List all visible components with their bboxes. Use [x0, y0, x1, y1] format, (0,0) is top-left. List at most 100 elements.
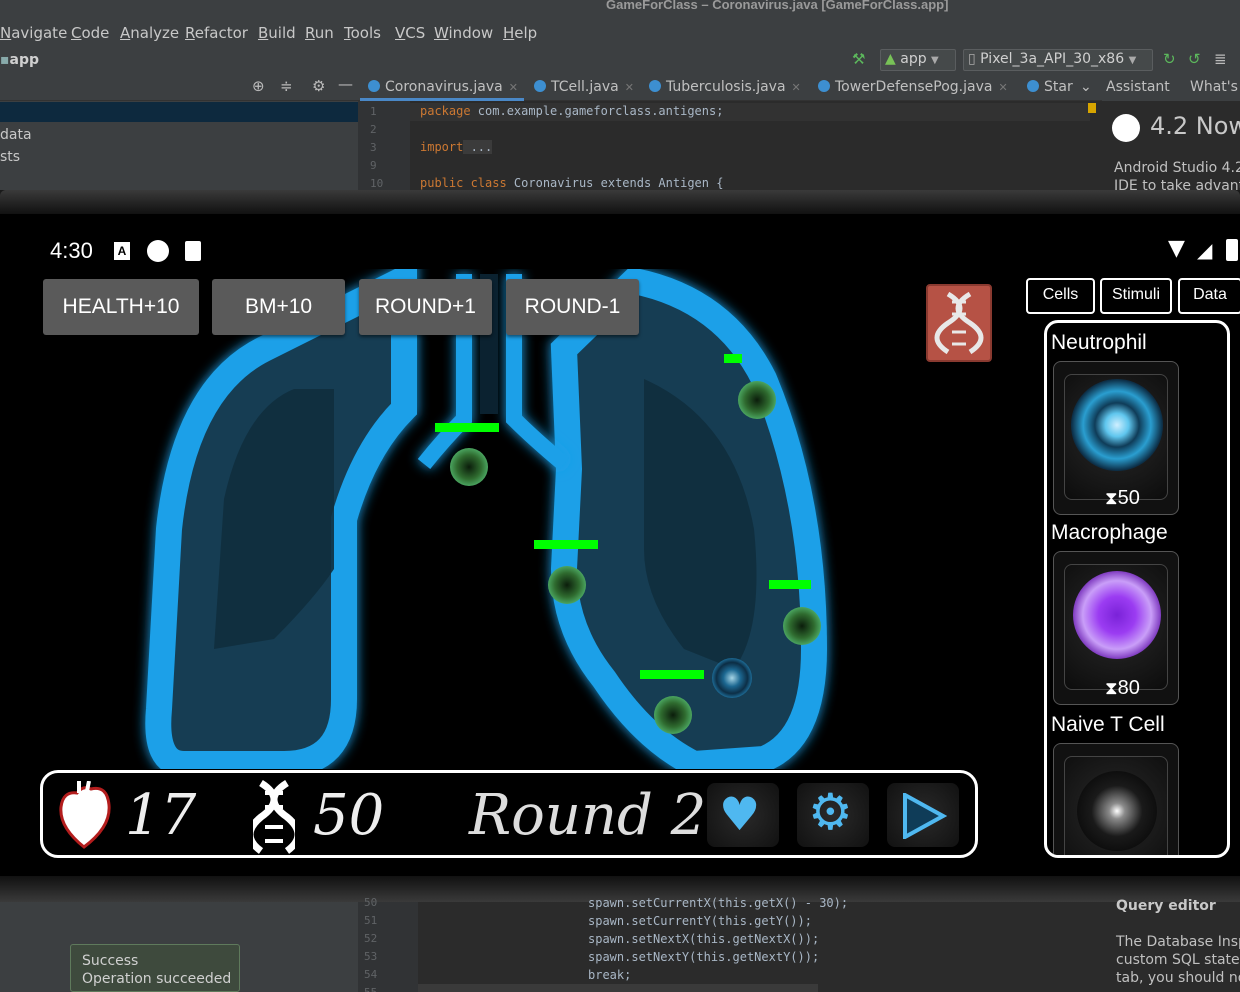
- tab-whats-new[interactable]: What's: [1190, 79, 1238, 95]
- class-icon: [1027, 80, 1039, 92]
- close-icon[interactable]: ✕: [509, 81, 518, 94]
- line-number: 9: [370, 159, 377, 172]
- code-line: break;: [588, 968, 632, 982]
- enemy-health-bar: [769, 580, 811, 589]
- neutrophil-tower[interactable]: [712, 658, 752, 698]
- coronavirus-enemy[interactable]: [548, 566, 586, 604]
- tab-star[interactable]: Star: [1027, 79, 1073, 95]
- menu-code[interactable]: Code: [71, 24, 109, 42]
- menu-bar: Navigate Code Analyze Refactor Build Run…: [0, 16, 1240, 46]
- menu-run[interactable]: Run: [305, 24, 334, 42]
- neutrophil-icon: [1071, 379, 1163, 471]
- inspector-text: The Database Insp: [1116, 934, 1240, 950]
- notification-icon: [147, 240, 169, 262]
- tab-tuberculosis[interactable]: Tuberculosis.java ✕: [649, 79, 801, 95]
- code-editor[interactable]: package com.example.gameforclass.antigen…: [410, 101, 1096, 191]
- close-icon[interactable]: ✕: [998, 81, 1007, 94]
- window-title: GameForClass – Coronavirus.java [GameFor…: [606, 0, 949, 12]
- chevron-down-icon: ▼: [1128, 55, 1137, 66]
- code-editor[interactable]: spawn.setCurrentX(this.getX() - 30); spa…: [418, 896, 1102, 992]
- coronavirus-enemy[interactable]: [783, 607, 821, 645]
- run-config-select[interactable]: ▲ app ▼: [880, 49, 956, 71]
- tree-item-sts[interactable]: sts: [0, 149, 20, 165]
- health-plus-button[interactable]: HEALTH+10: [43, 279, 199, 335]
- close-icon[interactable]: ✕: [792, 81, 801, 94]
- settings-button[interactable]: ⚙: [797, 783, 869, 847]
- rerun-icon[interactable]: ↻: [1163, 50, 1176, 68]
- tab-assistant[interactable]: Assistant: [1106, 79, 1170, 95]
- heart-organ-icon: [59, 781, 111, 849]
- bm-plus-button[interactable]: BM+10: [212, 279, 345, 335]
- play-button[interactable]: [887, 783, 959, 847]
- collapse-icon[interactable]: ≑: [280, 77, 293, 95]
- gear-icon[interactable]: ⚙: [312, 77, 325, 95]
- enemy-health-bar: [534, 540, 598, 549]
- round-minus-button[interactable]: ROUND-1: [506, 279, 639, 335]
- dna-icon: ⧗: [1105, 488, 1118, 508]
- phone-icon: ▯: [968, 51, 976, 67]
- chevron-down-icon: ▼: [931, 55, 939, 66]
- line-number: 50: [364, 896, 378, 909]
- menu-refactor[interactable]: Refactor: [185, 24, 248, 42]
- tabs-overflow-icon[interactable]: ⌄: [1080, 79, 1092, 95]
- tab-coronavirus[interactable]: Coronavirus.java ✕: [368, 79, 518, 95]
- target-icon[interactable]: ⊕: [252, 77, 265, 95]
- heal-button[interactable]: ♥: [707, 783, 779, 847]
- neutrophil-card[interactable]: ⧗50: [1053, 361, 1179, 515]
- assistant-panel: Assistant What's 4.2 Now Android Studio …: [1102, 74, 1240, 194]
- tab-cells[interactable]: Cells: [1026, 278, 1095, 314]
- code-line: import ...: [420, 140, 493, 154]
- close-icon[interactable]: ✕: [625, 81, 634, 94]
- success-notification[interactable]: Success Operation succeeded: [70, 944, 240, 992]
- phone-screen[interactable]: 4:30 A ▼ ◢ HEALTH+10 BM+10 ROUND+1 ROUND…: [0, 214, 1240, 876]
- line-number: 10: [370, 177, 384, 190]
- device-select[interactable]: ▯ Pixel_3a_API_30_x86 ▼: [963, 49, 1153, 71]
- sd-card-icon: [185, 241, 201, 261]
- editor-tab-bar: Coronavirus.java ✕ TCell.java ✕ Tuberculos…: [358, 74, 1102, 101]
- warning-marker[interactable]: [1088, 103, 1096, 113]
- cell-name: Naive T Cell: [1051, 713, 1165, 736]
- class-icon: [818, 80, 830, 92]
- enemy-health-bar: [435, 423, 499, 432]
- tree-item-data[interactable]: data: [0, 127, 32, 143]
- macrophage-card[interactable]: ⧗80: [1053, 551, 1179, 705]
- tab-towerdefensepog[interactable]: TowerDefensePog.java ✕: [818, 79, 1008, 95]
- tree-selection-row[interactable]: [0, 102, 358, 122]
- menu-window[interactable]: Window: [434, 24, 493, 42]
- round-plus-button[interactable]: ROUND+1: [359, 279, 492, 335]
- lung-map[interactable]: [44, 269, 960, 769]
- class-icon: [534, 80, 546, 92]
- database-inspector-panel: Query editor The Database Insp custom SQ…: [1102, 898, 1240, 992]
- hud-bar: 17 50 Round 2 ♥ ⚙: [40, 770, 978, 858]
- cell-name: Macrophage: [1051, 521, 1168, 544]
- assistant-heading: 4.2 Now: [1150, 112, 1240, 140]
- horizontal-scrollbar[interactable]: [418, 984, 818, 992]
- coronavirus-enemy[interactable]: [450, 448, 488, 486]
- line-number: 54: [364, 968, 378, 981]
- dna-toggle-button[interactable]: [926, 284, 992, 362]
- menu-analyze[interactable]: Analyze: [120, 24, 179, 42]
- menu-help[interactable]: Help: [503, 24, 537, 42]
- code-line: spawn.setCurrentY(this.getY());: [588, 914, 812, 928]
- class-icon: [368, 80, 380, 92]
- project-module-label[interactable]: ▪app: [0, 52, 39, 68]
- coronavirus-enemy[interactable]: [738, 381, 776, 419]
- android-icon: ▲: [885, 51, 896, 67]
- apply-changes-icon[interactable]: ↺: [1188, 50, 1201, 68]
- hammer-icon[interactable]: ⚒: [852, 50, 865, 68]
- tab-data[interactable]: Data: [1178, 278, 1240, 314]
- naive-t-cell-card[interactable]: [1053, 743, 1179, 855]
- coronavirus-enemy[interactable]: [654, 696, 692, 734]
- menu-vcs[interactable]: VCS: [395, 24, 425, 42]
- apply-code-changes-icon[interactable]: ≣: [1214, 50, 1227, 68]
- minimize-icon[interactable]: —: [338, 75, 353, 93]
- cell-cost: ⧗80: [1105, 677, 1140, 699]
- tab-tcell[interactable]: TCell.java ✕: [534, 79, 634, 95]
- menu-navigate[interactable]: Navigate: [0, 24, 67, 42]
- dna-icon: [253, 780, 295, 854]
- round-label: Round 2: [469, 783, 707, 848]
- menu-tools[interactable]: Tools: [344, 24, 381, 42]
- tab-stimuli[interactable]: Stimuli: [1100, 278, 1172, 314]
- code-line: spawn.setNextY(this.getNextY());: [588, 950, 820, 964]
- menu-build[interactable]: Build: [258, 24, 296, 42]
